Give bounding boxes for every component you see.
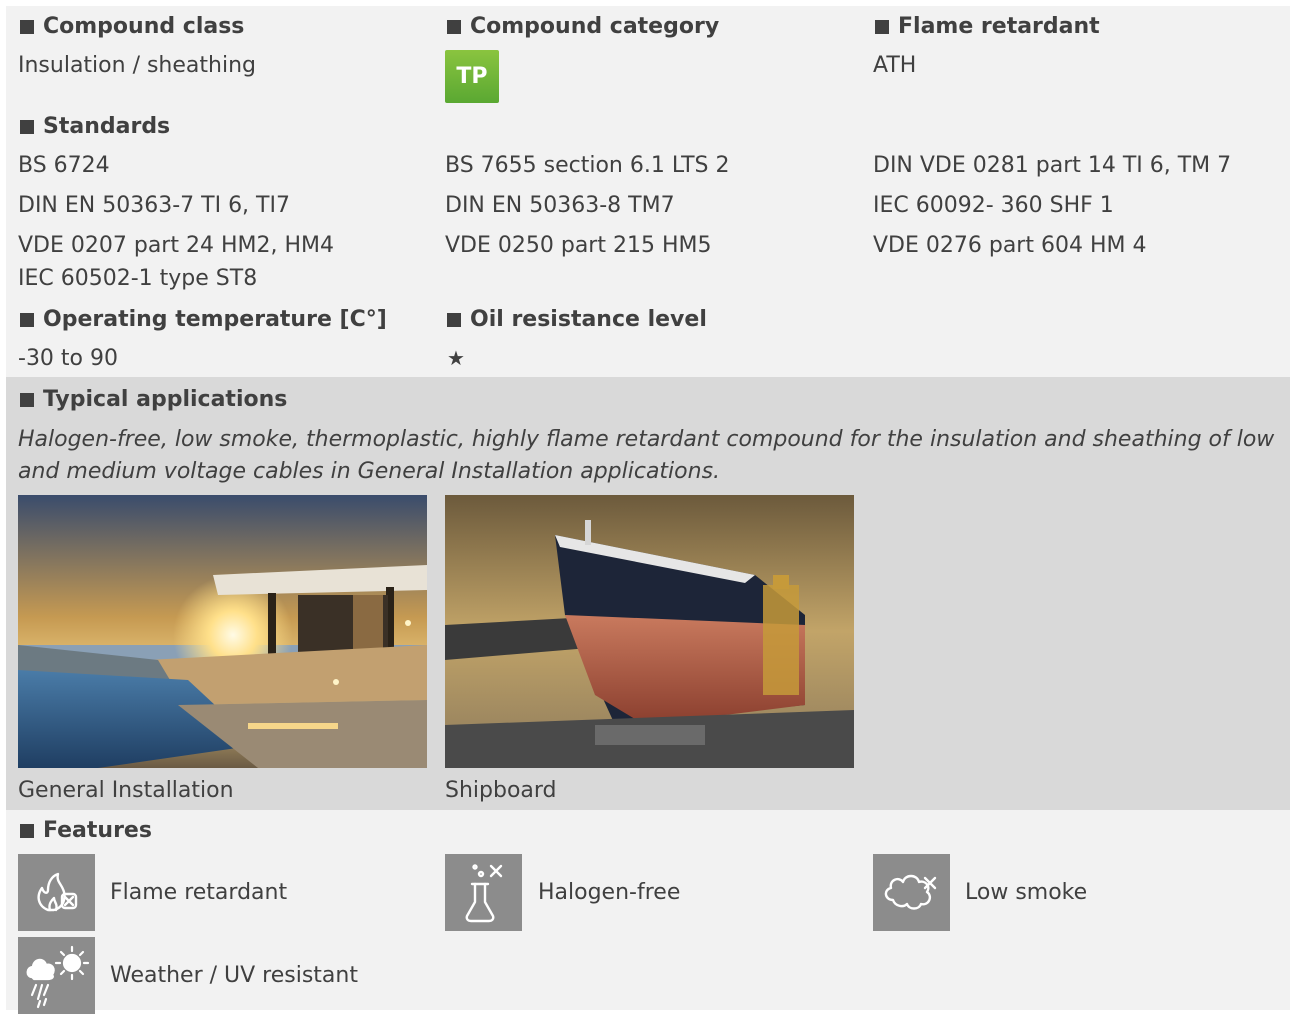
bullet-square-icon (20, 19, 34, 34)
weather-uv-icon (18, 937, 95, 1014)
compound-class-heading: Compound class (18, 14, 244, 39)
bullet-square-icon (20, 119, 34, 134)
flame-retardant-icon (18, 854, 95, 931)
applications-description: Halogen-free, low smoke, thermoplastic, … (18, 427, 1275, 484)
standard-item: VDE 0250 part 215 HM5 (445, 233, 712, 258)
bullet-square-icon (20, 392, 34, 407)
compound-class-heading-text: Compound class (43, 14, 245, 39)
standard-item: DIN VDE 0281 part 14 TI 6, TM 7 (873, 153, 1232, 178)
general-installation-caption: General Installation (18, 778, 234, 803)
compound-category-heading: Compound category (445, 14, 719, 39)
operating-temperature-value: -30 to 90 (18, 346, 118, 371)
standard-item: IEC 60502-1 type ST8 (18, 266, 258, 291)
standard-item: DIN EN 50363-8 TM7 (445, 193, 675, 218)
shipboard-caption: Shipboard (445, 778, 557, 803)
features-heading-text: Features (43, 818, 152, 843)
flame-retardant-heading-text: Flame retardant (898, 14, 1100, 39)
bullet-square-icon (447, 19, 461, 34)
halogen-free-icon (445, 854, 522, 931)
datasheet: Compound class Compound category Flame r… (6, 6, 1290, 1014)
low-smoke-icon (873, 854, 950, 931)
oil-resistance-heading-text: Oil resistance level (470, 307, 707, 332)
applications-heading: Typical applications (18, 387, 287, 412)
features-heading: Features (18, 818, 152, 843)
standard-item: VDE 0207 part 24 HM2, HM4 (18, 233, 334, 258)
standard-item: DIN EN 50363-7 TI 6, TI7 (18, 193, 290, 218)
bullet-square-icon (875, 19, 889, 34)
halogen-free-label: Halogen-free (538, 880, 681, 905)
weather-uv-label: Weather / UV resistant (110, 963, 358, 988)
standards-heading-text: Standards (43, 114, 171, 139)
tp-badge-label: TP (456, 64, 488, 89)
operating-temperature-heading-text: Operating temperature [C°] (43, 307, 387, 332)
applications-heading-text: Typical applications (43, 387, 288, 412)
bullet-square-icon (20, 312, 34, 327)
low-smoke-label: Low smoke (965, 880, 1088, 905)
standards-heading: Standards (18, 114, 170, 139)
tp-badge: TP (445, 50, 499, 103)
bullet-square-icon (20, 823, 34, 838)
shipboard-photo (445, 495, 854, 768)
oil-resistance-heading: Oil resistance level (445, 307, 707, 332)
compound-category-heading-text: Compound category (470, 14, 720, 39)
operating-temperature-heading: Operating temperature [C°] (18, 307, 387, 332)
flame-retardant-label: Flame retardant (110, 880, 288, 905)
flame-retardant-heading: Flame retardant (873, 14, 1100, 39)
compound-class-value: Insulation / sheathing (18, 53, 256, 78)
standard-item: VDE 0276 part 604 HM 4 (873, 233, 1147, 258)
bullet-square-icon (447, 312, 461, 327)
standard-item: BS 6724 (18, 153, 110, 178)
oil-resistance-star-icon: ★ (447, 346, 465, 370)
standard-item: IEC 60092- 360 SHF 1 (873, 193, 1114, 218)
flame-retardant-value: ATH (873, 53, 917, 78)
standard-item: BS 7655 section 6.1 LTS 2 (445, 153, 730, 178)
general-installation-photo (18, 495, 427, 768)
